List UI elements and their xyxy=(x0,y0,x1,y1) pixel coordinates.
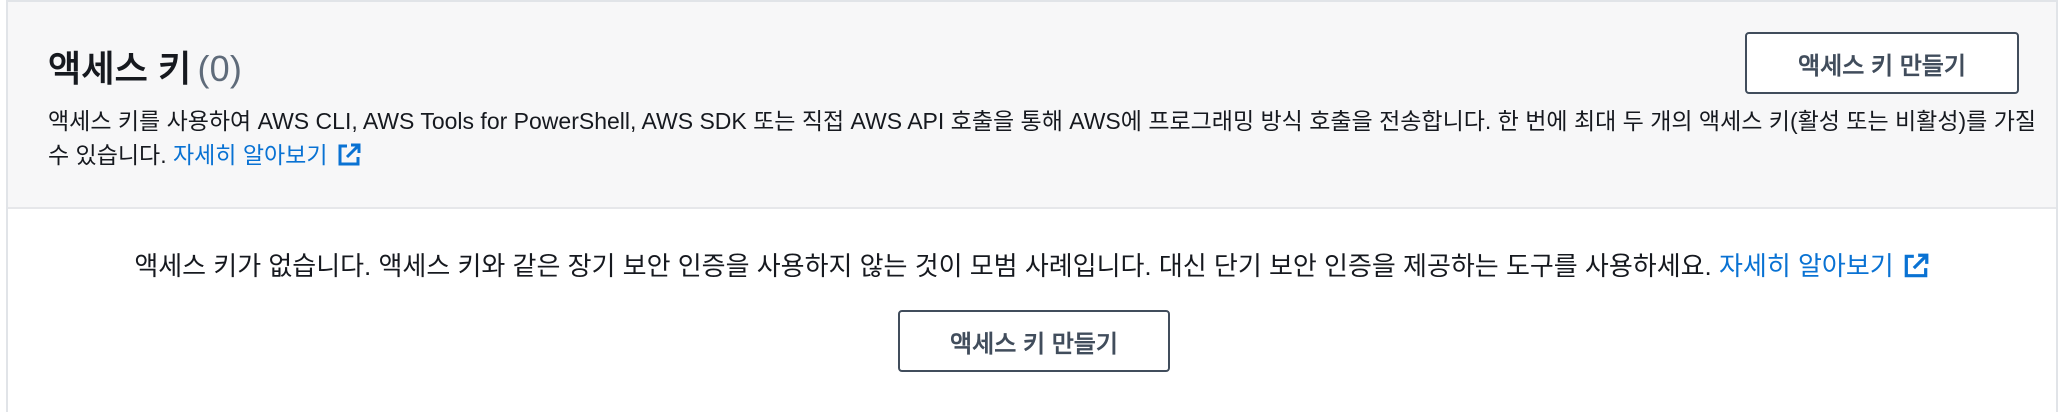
create-access-key-button[interactable]: 액세스 키 만들기 xyxy=(1745,32,2019,94)
empty-state-text: 액세스 키가 없습니다. 액세스 키와 같은 장기 보안 인증을 사용하지 않는… xyxy=(134,251,1712,281)
external-link-icon xyxy=(1902,252,1930,287)
title-text: 액세스 키 xyxy=(48,48,192,89)
page-title: 액세스 키 (0) xyxy=(48,40,242,92)
empty-state-learn-more-label: 자세히 알아보기 xyxy=(1719,251,1894,281)
access-keys-description: 액세스 키를 사용하여 AWS CLI, AWS Tools for Power… xyxy=(48,104,2038,177)
access-keys-container: 액세스 키 (0) 액세스 키를 사용하여 AWS CLI, AWS Tools … xyxy=(6,0,2058,412)
learn-more-link[interactable]: 자세히 알아보기 xyxy=(173,142,362,168)
empty-state-learn-more-link[interactable]: 자세히 알아보기 xyxy=(1719,251,1930,281)
empty-state-create-access-key-button[interactable]: 액세스 키 만들기 xyxy=(898,310,1170,372)
learn-more-label: 자세히 알아보기 xyxy=(172,142,328,168)
external-link-icon xyxy=(336,142,362,177)
empty-state-message: 액세스 키가 없습니다. 액세스 키와 같은 장기 보안 인증을 사용하지 않는… xyxy=(8,246,2056,287)
key-count: (0) xyxy=(197,48,243,89)
access-keys-header: 액세스 키 (0) 액세스 키를 사용하여 AWS CLI, AWS Tools … xyxy=(8,2,2056,209)
